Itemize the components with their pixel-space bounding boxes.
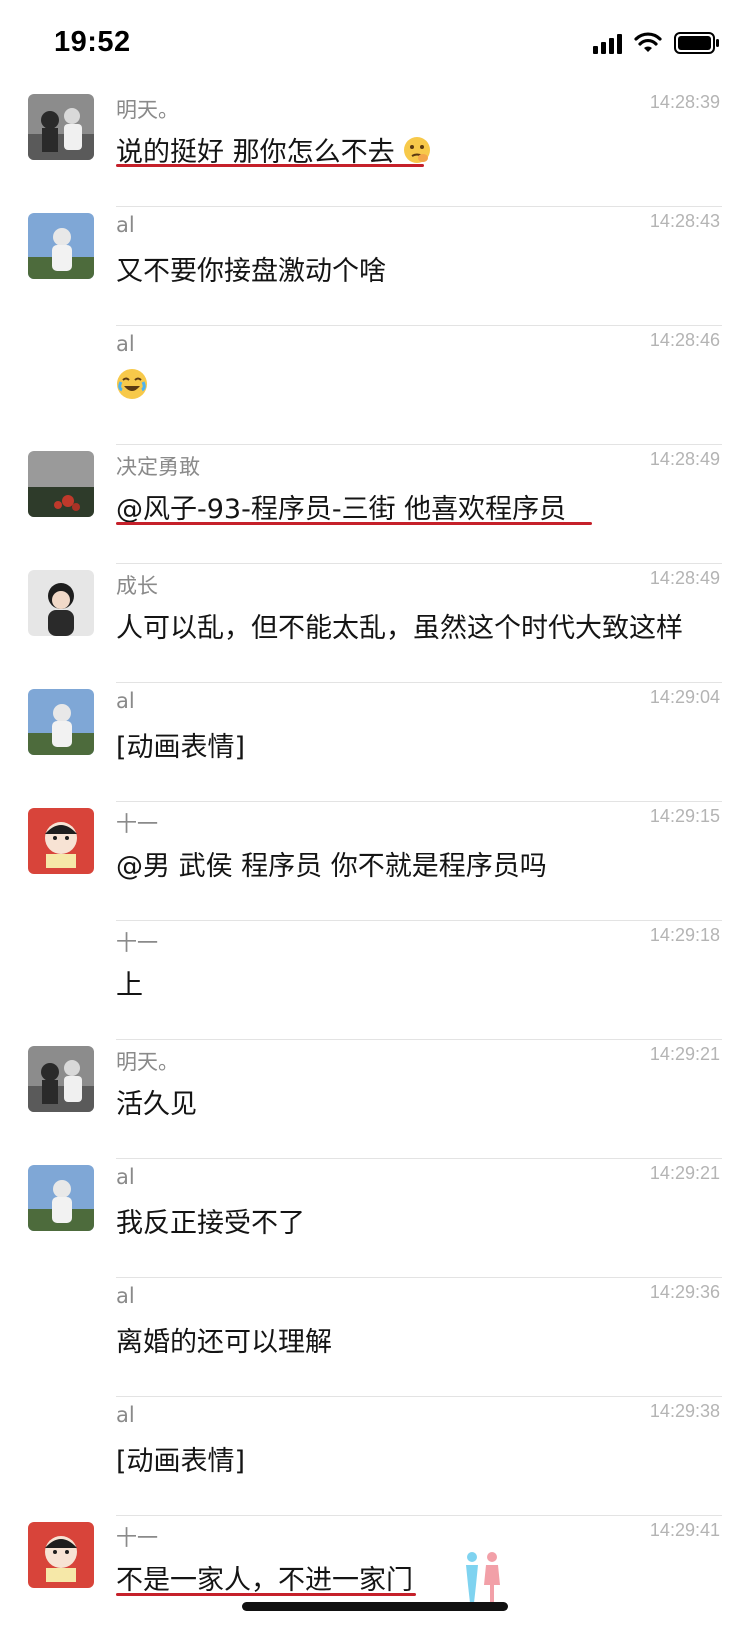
message-time: 14:29:21	[649, 1044, 720, 1064]
laughing-crying-emoji	[116, 368, 148, 407]
home-indicator[interactable]	[242, 1602, 508, 1611]
message-time: 14:28:49	[649, 568, 720, 588]
status-bar: 19:52	[0, 0, 750, 88]
status-time: 19:52	[54, 26, 131, 58]
chat-message[interactable]: 十一 14:29:15 @男 武侯 程序员 你不就是程序员吗	[0, 802, 750, 921]
chat-message[interactable]: 决定勇敢 14:28:49 @风子-93-程序员-三街 他喜欢程序员	[0, 445, 750, 564]
chat-message[interactable]: 明天。 14:29:21 活久见	[0, 1040, 750, 1159]
message-text: 上	[116, 970, 143, 1001]
sender-name: 明天。	[116, 1050, 179, 1074]
sender-name: 决定勇敢	[116, 455, 200, 479]
sender-name: al	[116, 689, 135, 713]
sender-name: 成长	[116, 574, 158, 598]
red-underline	[116, 522, 592, 525]
message-text: 又不要你接盘激动个啥	[116, 256, 386, 287]
message-text[interactable]: [动画表情]	[116, 1439, 245, 1478]
message-time: 14:29:36	[649, 1282, 720, 1302]
message-text[interactable]: [动画表情]	[116, 725, 245, 764]
avatar-shiyi[interactable]	[28, 808, 94, 874]
status-icons	[593, 32, 720, 54]
chat-message[interactable]: 十一 14:29:18 上	[0, 921, 750, 1040]
chat-message[interactable]: al 14:28:43 又不要你接盘激动个啥	[0, 207, 750, 326]
message-text: 活久见	[116, 1089, 197, 1120]
message-time: 14:28:43	[649, 211, 720, 231]
message-text: 离婚的还可以理解	[116, 1327, 332, 1358]
avatar-al[interactable]	[28, 1165, 94, 1231]
sender-name: 十一	[116, 812, 158, 836]
avatar-al[interactable]	[28, 213, 94, 279]
message-time: 14:29:15	[649, 806, 720, 826]
battery-icon	[674, 32, 720, 54]
message-text	[116, 368, 148, 407]
message-time: 14:29:04	[649, 687, 720, 707]
avatar-mingtian[interactable]	[28, 94, 94, 160]
sender-name: 明天。	[116, 98, 179, 122]
message-time: 14:28:39	[649, 92, 720, 112]
message-time: 14:28:46	[649, 330, 720, 350]
message-time: 14:28:49	[649, 449, 720, 469]
message-time: 14:29:38	[649, 1401, 720, 1421]
red-underline	[116, 164, 424, 167]
avatar-chengzhang[interactable]	[28, 570, 94, 636]
sender-name: al	[116, 213, 135, 237]
sender-name: al	[116, 1284, 135, 1308]
message-time: 14:29:18	[649, 925, 720, 945]
chat-message[interactable]: al 14:29:36 离婚的还可以理解	[0, 1278, 750, 1397]
red-underline	[116, 1593, 416, 1596]
message-text: @风子-93-程序员-三街 他喜欢程序员	[116, 494, 567, 525]
chat-message[interactable]: al 14:28:46	[0, 326, 750, 445]
avatar-shiyi[interactable]	[28, 1522, 94, 1588]
chat-message[interactable]: al 14:29:04 [动画表情]	[0, 683, 750, 802]
sender-name: 十一	[116, 1526, 158, 1550]
avatar-jueding[interactable]	[28, 451, 94, 517]
message-text: 人可以乱，但不能太乱，虽然这个时代大致这样	[116, 613, 683, 644]
chat-message[interactable]: al 14:29:21 我反正接受不了	[0, 1159, 750, 1278]
chat-message[interactable]: 成长 14:28:49 人可以乱，但不能太乱，虽然这个时代大致这样	[0, 564, 750, 683]
message-text: 我反正接受不了	[116, 1208, 305, 1239]
message-time: 14:29:41	[649, 1520, 720, 1540]
chat-message[interactable]: 十一 14:29:41 不是一家人，不进一家门	[0, 1516, 750, 1635]
chat-message[interactable]: al 14:29:38 [动画表情]	[0, 1397, 750, 1516]
message-text: @男 武侯 程序员 你不就是程序员吗	[116, 851, 547, 882]
wifi-icon	[634, 32, 662, 54]
avatar-al[interactable]	[28, 689, 94, 755]
sender-name: al	[116, 332, 135, 356]
message-time: 14:29:21	[649, 1163, 720, 1183]
message-text: 不是一家人，不进一家门	[116, 1565, 413, 1596]
sender-name: 十一	[116, 931, 158, 955]
sender-name: al	[116, 1403, 135, 1427]
avatar-mingtian[interactable]	[28, 1046, 94, 1112]
chat-list[interactable]: 明天。 14:28:39 说的挺好 那你怎么不去 al 14:28:43 又不要…	[0, 88, 750, 1635]
signal-icon	[593, 32, 622, 54]
couple-decoration	[458, 1549, 506, 1609]
sender-name: al	[116, 1165, 135, 1189]
chat-message[interactable]: 明天。 14:28:39 说的挺好 那你怎么不去	[0, 88, 750, 207]
